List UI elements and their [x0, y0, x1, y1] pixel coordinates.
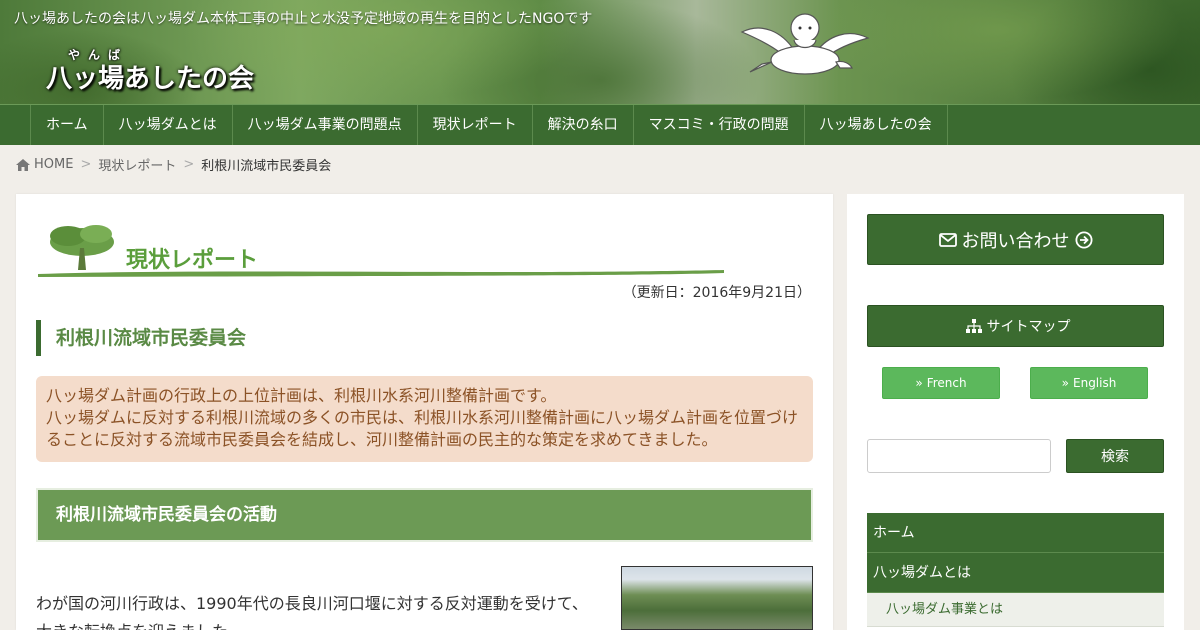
contact-button-label: お問い合わせ — [961, 230, 1070, 252]
nav-item-status-report[interactable]: 現状レポート — [416, 105, 532, 145]
body-line: 大きな転換点を迎えました。 — [36, 618, 596, 630]
nav-item-media-administration[interactable]: マスコミ・行政の問題 — [632, 105, 804, 145]
sidebar-menu: ホーム 八ッ場ダムとは 八ッ場ダム事業とは — [867, 513, 1164, 627]
breadcrumb: HOME > 現状レポート > 利根川流域市民委員会 — [16, 155, 331, 174]
intro-box: 八ッ場ダム計画の行政上の上位計画は、利根川水系河川整備計画です。 八ッ場ダムに反… — [36, 376, 813, 462]
section-heading: 利根川流域市民委員会の活動 — [36, 488, 813, 542]
french-button[interactable]: » French — [882, 367, 1000, 399]
nav-item-association[interactable]: 八ッ場あしたの会 — [803, 105, 948, 145]
breadcrumb-home[interactable]: HOME — [34, 157, 73, 172]
sidebar-item-home[interactable]: ホーム — [867, 513, 1164, 553]
updated-date: （更新日：2016年9月21日） — [622, 285, 811, 301]
site-tagline: 八ッ場あしたの会は八ッ場ダム本体工事の中止と水没予定地域の再生を目的としたNGO… — [14, 11, 593, 27]
site-header: 八ッ場あしたの会は八ッ場ダム本体工事の中止と水没予定地域の再生を目的としたNGO… — [0, 0, 1200, 104]
logo-text: 八ッ場あしたの会 — [46, 64, 255, 94]
nav-item-home[interactable]: ホーム — [30, 105, 103, 145]
double-chevron-right-icon: » — [915, 376, 923, 390]
home-icon — [16, 158, 30, 171]
nav-item-problems[interactable]: 八ッ場ダム事業の問題点 — [231, 105, 417, 145]
intro-line: 八ッ場ダムに反対する利根川流域の多くの市民は、利根川水系河川整備計画に八ッ場ダム… — [46, 408, 799, 427]
nav-item-about-dam[interactable]: 八ッ場ダムとは — [102, 105, 232, 145]
sitemap-icon — [965, 319, 982, 333]
english-button[interactable]: » English — [1030, 367, 1148, 399]
river-photo — [621, 566, 813, 630]
sidebar: お問い合わせ サイトマップ » French » English 検索 ホーム … — [847, 194, 1184, 630]
page-title: 利根川流域市民委員会 — [36, 320, 246, 356]
main-content: 現状レポート （更新日：2016年9月21日） 利根川流域市民委員会 八ッ場ダム… — [16, 194, 833, 630]
sitemap-button[interactable]: サイトマップ — [867, 305, 1164, 347]
intro-line: 八ッ場ダム計画の行政上の上位計画は、利根川水系河川整備計画です。 — [46, 386, 557, 405]
sidebar-item-about-dam[interactable]: 八ッ場ダムとは — [867, 553, 1164, 593]
arrow-circle-right-icon — [1075, 231, 1092, 248]
nav-item-solutions[interactable]: 解決の糸口 — [531, 105, 633, 145]
breadcrumb-separator: > — [183, 157, 195, 172]
breadcrumb-current: 利根川流域市民委員会 — [201, 159, 332, 174]
site-logo[interactable]: やんば 八ッ場あしたの会 — [46, 46, 254, 95]
french-button-label: French — [926, 376, 967, 390]
mascot-bird-illustration — [740, 13, 870, 75]
body-line: わが国の河川行政は、1990年代の長良川河口堰に対する反対運動を受けて、 — [36, 594, 588, 613]
breadcrumb-separator: > — [80, 157, 92, 172]
sitemap-button-label: サイトマップ — [986, 319, 1071, 335]
english-button-label: English — [1073, 376, 1117, 390]
intro-line: ることに反対する流域市民委員会を結成し、河川整備計画の民主的な策定を求めてきまし… — [46, 430, 718, 449]
breadcrumb-parent[interactable]: 現状レポート — [98, 155, 176, 174]
category-title: 現状レポート — [126, 248, 259, 273]
logo-ruby: やんば — [68, 48, 129, 62]
double-chevron-right-icon: » — [1061, 376, 1069, 390]
global-nav: ホーム 八ッ場ダムとは 八ッ場ダム事業の問題点 現状レポート 解決の糸口 マスコ… — [0, 104, 1200, 145]
sidebar-subitem-dam-project[interactable]: 八ッ場ダム事業とは — [867, 593, 1164, 627]
search-input[interactable] — [867, 439, 1051, 473]
contact-button[interactable]: お問い合わせ — [867, 214, 1164, 265]
section-title: 利根川流域市民委員会の活動 — [56, 505, 277, 525]
search-button[interactable]: 検索 — [1066, 439, 1164, 473]
category-heading: 現状レポート — [38, 220, 728, 280]
envelope-icon — [938, 232, 957, 247]
body-text: わが国の河川行政は、1990年代の長良川河口堰に対する反対運動を受けて、 大きな… — [36, 590, 596, 630]
